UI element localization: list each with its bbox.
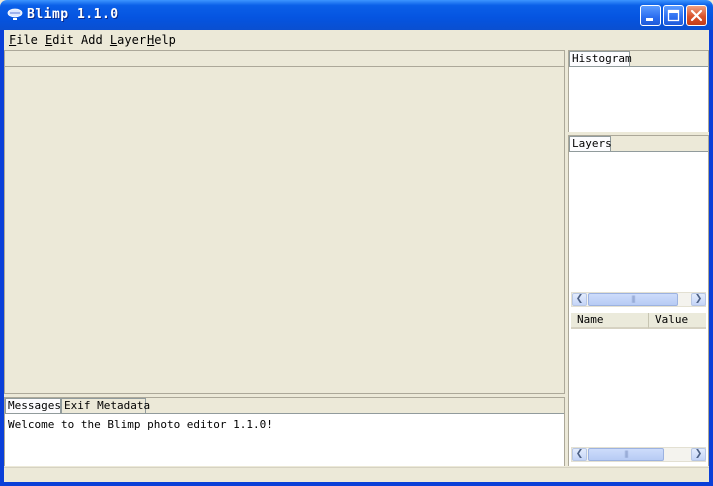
menu-file[interactable]: File (9, 33, 38, 47)
properties-table-body[interactable] (571, 329, 706, 445)
window-frame-bottom (0, 482, 713, 486)
tab-histogram[interactable]: Histogram (569, 51, 632, 66)
messages-panel: Messages Exif Metadata Welcome to the Bl… (4, 397, 565, 466)
messages-text: Welcome to the Blimp photo editor 1.1.0! (8, 418, 273, 431)
scroll-left-button[interactable]: ❮ (572, 448, 587, 461)
scroll-thumb[interactable]: ||| (588, 293, 678, 306)
tab-exif-metadata[interactable]: Exif Metadata (61, 398, 150, 413)
menu-add-layer-prefix: Add (81, 33, 110, 47)
tab-messages[interactable]: Messages (5, 398, 61, 413)
minimize-icon (646, 18, 653, 21)
window-frame-right (709, 29, 713, 486)
close-icon (690, 9, 703, 22)
image-canvas[interactable] (4, 50, 565, 394)
status-bar (4, 467, 709, 482)
title-bar[interactable]: Blimp 1.1.0 (0, 0, 713, 30)
menu-file-label: ile (16, 33, 38, 47)
grip-icon: ||| (630, 295, 636, 303)
chevron-right-icon: ❯ (694, 294, 703, 304)
maximize-button[interactable] (663, 5, 684, 26)
layers-content: ❮ ||| ❯ Name Value ❮ ||| ❯ (569, 151, 708, 466)
column-header-name[interactable]: Name (571, 313, 649, 329)
menu-edit[interactable]: Edit (45, 33, 74, 47)
menu-help[interactable]: Help (147, 33, 176, 47)
menu-add-layer-label: ayer (117, 33, 147, 47)
tab-layers[interactable]: Layers (569, 136, 612, 151)
column-header-value[interactable]: Value (649, 313, 706, 329)
scroll-thumb[interactable]: ||| (588, 448, 664, 461)
chevron-left-icon: ❮ (575, 294, 584, 304)
close-button[interactable] (686, 5, 707, 26)
histogram-view (569, 66, 708, 132)
chevron-left-icon: ❮ (575, 449, 584, 459)
messages-content: Welcome to the Blimp photo editor 1.1.0! (5, 413, 564, 466)
canvas-toolbar-strip (5, 51, 564, 67)
menu-edit-label: dit (52, 33, 74, 47)
menu-bar: File Edit Add Layer Help (4, 30, 709, 50)
grip-icon: ||| (623, 450, 629, 458)
window-title: Blimp 1.1.0 (27, 7, 119, 22)
blimp-app-icon (7, 8, 23, 20)
maximize-icon (667, 9, 680, 22)
scroll-left-button[interactable]: ❮ (572, 293, 587, 306)
scroll-right-button[interactable]: ❯ (691, 448, 706, 461)
menu-add-layer[interactable]: Add Layer (81, 33, 146, 47)
layers-list[interactable] (569, 152, 708, 292)
layers-panel: Layers ❮ ||| ❯ Name Value ❮ ||| ❯ (568, 135, 709, 466)
properties-table-header: Name Value (571, 313, 706, 329)
properties-scrollbar[interactable]: ❮ ||| ❯ (571, 447, 706, 462)
chevron-right-icon: ❯ (694, 449, 703, 459)
histogram-panel: Histogram (568, 50, 709, 132)
layers-list-scrollbar[interactable]: ❮ ||| ❯ (571, 292, 706, 307)
menu-help-label: elp (154, 33, 176, 47)
minimize-button[interactable] (640, 5, 661, 26)
scroll-right-button[interactable]: ❯ (691, 293, 706, 306)
